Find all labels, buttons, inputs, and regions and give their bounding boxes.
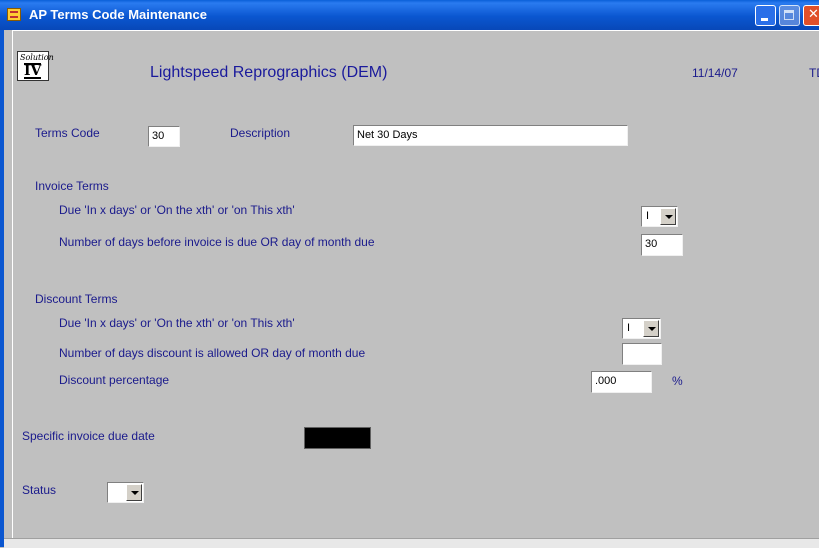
discount-percentage-label: Discount percentage (59, 373, 170, 387)
chevron-down-icon[interactable] (126, 484, 142, 501)
description-input[interactable]: Net 30 Days (353, 125, 628, 146)
discount-due-type-label: Due 'In x days' or 'On the xth' or 'on T… (59, 316, 295, 330)
app-icon[interactable] (7, 8, 21, 21)
description-label: Description (230, 126, 291, 140)
operator-code: TD (809, 66, 819, 80)
discount-days-input[interactable] (622, 343, 662, 365)
divider (12, 30, 819, 31)
discount-due-type-select[interactable]: I (622, 318, 661, 339)
terms-code-label: Terms Code (35, 126, 100, 140)
status-label: Status (22, 483, 57, 497)
close-button[interactable] (803, 5, 819, 26)
maximize-button[interactable] (779, 5, 800, 26)
specific-due-date-label: Specific invoice due date (22, 429, 155, 443)
minimize-button[interactable] (755, 5, 776, 26)
divider (12, 30, 13, 547)
status-select[interactable] (107, 482, 144, 503)
discount-percentage-input[interactable]: .000 (591, 371, 652, 393)
header-date: 11/14/07 (692, 66, 738, 80)
specific-due-date-input[interactable] (304, 427, 371, 449)
window-title: AP Terms Code Maintenance (29, 7, 207, 22)
invoice-terms-heading: Invoice Terms (35, 179, 109, 193)
invoice-days-label: Number of days before invoice is due OR … (59, 235, 375, 249)
chevron-down-icon[interactable] (643, 320, 659, 337)
invoice-due-type-select[interactable]: I (641, 206, 678, 227)
title-bar[interactable]: AP Terms Code Maintenance (0, 0, 819, 30)
percent-symbol: % (672, 374, 683, 388)
terms-code-input[interactable]: 30 (148, 126, 180, 147)
solution-iv-logo: Solution IV (17, 51, 54, 81)
invoice-days-input[interactable]: 30 (641, 234, 683, 256)
chevron-down-icon[interactable] (660, 208, 676, 225)
discount-terms-heading: Discount Terms (35, 292, 118, 306)
form-area: Solution IV Lightspeed Reprographics (DE… (4, 30, 819, 548)
invoice-due-type-label: Due 'In x days' or 'On the xth' or 'on T… (59, 203, 295, 217)
company-name: Lightspeed Reprographics (DEM) (150, 64, 388, 81)
discount-days-label: Number of days discount is allowed OR da… (59, 346, 366, 360)
